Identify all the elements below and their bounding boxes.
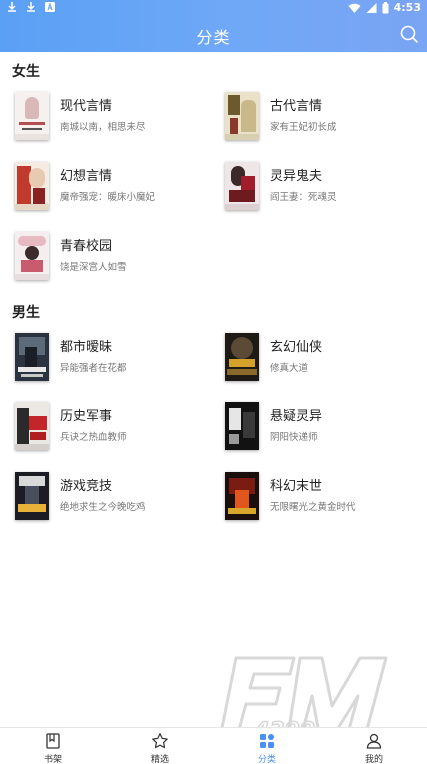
category-item-urban[interactable]: 都市暧昧 异能强者在花都 — [15, 333, 215, 385]
category-book-title: 无限曙光之黄金时代 — [270, 502, 356, 513]
category-name: 游戏竞技 — [60, 479, 113, 494]
download-icon — [6, 1, 18, 13]
category-book-title: 魔帝强宠：暖床小魔妃 — [60, 192, 156, 203]
category-name: 幻想言情 — [60, 169, 113, 184]
category-item-modern-romance[interactable]: 现代言情 南城以南，相思未尽 — [15, 92, 215, 144]
category-book-title: 异能强者在花都 — [60, 363, 127, 374]
status-time: 4:53 — [393, 1, 421, 14]
book-cover — [15, 333, 49, 381]
category-name: 玄幻仙侠 — [270, 340, 323, 355]
page-title: 分类 — [196, 28, 231, 47]
book-cover — [15, 92, 49, 140]
section-title-male: 男生 — [12, 305, 40, 321]
category-list[interactable]: 女生 现代言情 南城以南，相思未尽 古代言情 家有王妃初长成 幻想言情 魔帝强宠… — [0, 52, 427, 727]
category-name: 悬疑灵异 — [270, 409, 323, 424]
wifi-icon — [348, 3, 361, 13]
tab-label: 分类 — [257, 755, 276, 764]
category-book-title: 修真大道 — [270, 363, 309, 374]
category-book-title: 兵诀之热血教师 — [60, 432, 127, 443]
category-name: 现代言情 — [60, 99, 113, 114]
book-cover — [15, 472, 49, 520]
category-item-fantasy-romance[interactable]: 幻想言情 魔帝强宠：暖床小魔妃 — [15, 162, 215, 214]
category-item-ancient-romance[interactable]: 古代言情 家有王妃初长成 — [225, 92, 425, 144]
category-book-title: 饶是深宫人如雪 — [60, 262, 127, 273]
category-item-gaming[interactable]: 游戏竞技 绝地求生之今晚吃鸡 — [15, 472, 215, 524]
category-book-title: 南城以南，相思未尽 — [60, 122, 146, 133]
category-item-xuanhuan[interactable]: 玄幻仙侠 修真大道 — [225, 333, 425, 385]
search-icon[interactable] — [399, 24, 419, 44]
category-item-scifi[interactable]: 科幻末世 无限曙光之黄金时代 — [225, 472, 425, 524]
category-name: 古代言情 — [270, 99, 323, 114]
category-book-title: 阴阳快递师 — [270, 432, 318, 443]
category-name: 灵异鬼夫 — [270, 169, 323, 184]
section-title-female: 女生 — [12, 64, 40, 80]
category-book-title: 阎王妻：死魂灵 — [270, 192, 337, 203]
book-cover — [225, 402, 259, 450]
book-cover — [225, 162, 259, 210]
book-cover — [225, 92, 259, 140]
tab-label: 我的 — [364, 755, 383, 764]
category-item-campus-youth[interactable]: 青春校园 饶是深宫人如雪 — [15, 232, 215, 284]
category-book-title: 家有王妃初长成 — [270, 122, 337, 133]
bottom-tab-bar: 书架 精选 分类 我的 — [0, 727, 427, 764]
book-cover — [225, 472, 259, 520]
tab-category[interactable]: 分类 — [214, 728, 320, 764]
book-cover — [225, 333, 259, 381]
category-item-history-military[interactable]: 历史军事 兵诀之热血教师 — [15, 402, 215, 454]
download-icon — [25, 1, 37, 13]
tab-featured[interactable]: 精选 — [107, 728, 213, 764]
book-cover — [15, 162, 49, 210]
tab-profile[interactable]: 我的 — [321, 728, 427, 764]
status-bar: 4:53 — [0, 0, 427, 16]
signal-icon — [366, 2, 377, 13]
book-cover — [15, 232, 49, 280]
tab-label: 书架 — [43, 755, 62, 764]
category-name: 科幻末世 — [270, 479, 323, 494]
tab-bookshelf[interactable]: 书架 — [0, 728, 106, 764]
battery-icon — [382, 1, 389, 13]
app-notification-icon — [44, 1, 56, 13]
profile-icon — [366, 733, 382, 749]
bookshelf-icon — [46, 733, 60, 749]
app-header: 分类 — [0, 16, 427, 52]
category-name: 历史军事 — [60, 409, 113, 424]
category-item-mystery[interactable]: 悬疑灵异 阴阳快递师 — [225, 402, 425, 454]
book-cover — [15, 402, 49, 450]
category-name: 青春校园 — [60, 239, 113, 254]
category-icon — [260, 734, 274, 748]
category-name: 都市暧昧 — [60, 340, 113, 355]
tab-label: 精选 — [150, 755, 169, 764]
category-item-ghost-husband[interactable]: 灵异鬼夫 阎王妻：死魂灵 — [225, 162, 425, 214]
category-book-title: 绝地求生之今晚吃鸡 — [60, 502, 146, 513]
star-icon — [152, 733, 168, 749]
